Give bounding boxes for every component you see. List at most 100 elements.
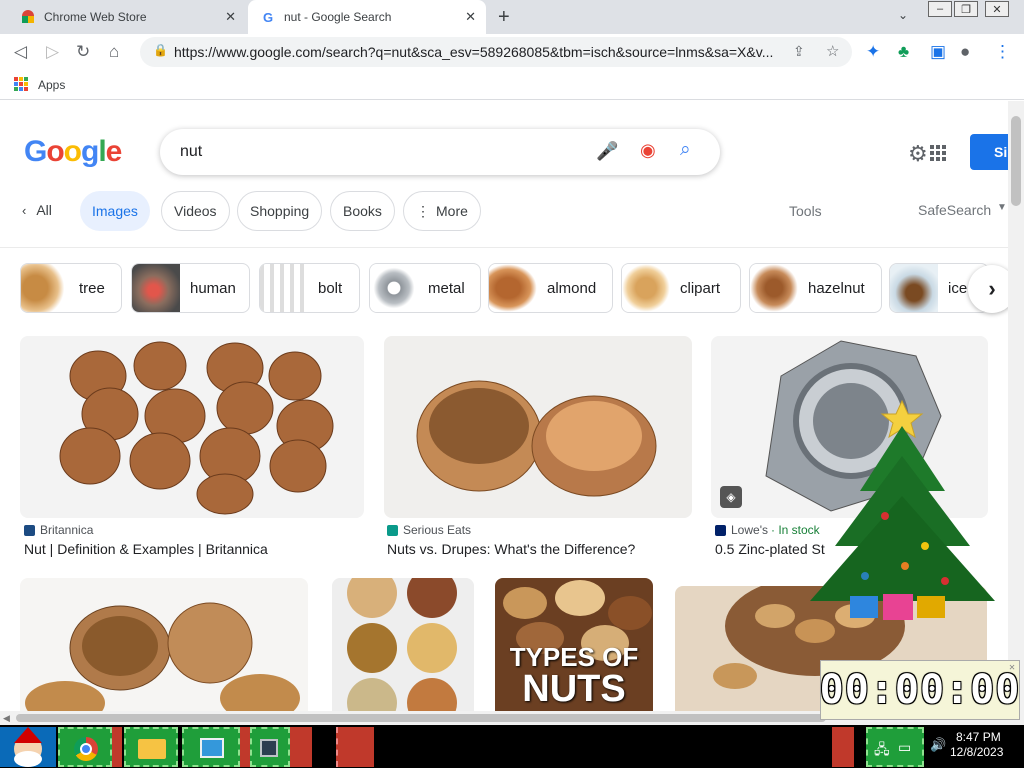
walnuts-image — [25, 602, 300, 711]
bookmark-icon[interactable]: ☆ — [826, 42, 839, 60]
filter-chip-almond[interactable]: almond — [488, 263, 613, 313]
network-icon[interactable]: 🖧 — [874, 739, 890, 763]
menu-kebab-icon[interactable]: ⋮ — [994, 42, 1011, 62]
system-clock[interactable]: 8:47 PM 12/8/2023 — [950, 730, 1003, 760]
apps-label[interactable]: Apps — [38, 78, 65, 92]
filter-chip-metal[interactable]: metal — [369, 263, 481, 313]
share-icon[interactable]: ⇪ — [793, 43, 805, 60]
new-tab-plus-icon[interactable]: + — [498, 6, 510, 29]
taskbar-app-button[interactable] — [182, 727, 240, 767]
google-apps-icon[interactable] — [930, 145, 946, 161]
folder-icon — [138, 739, 166, 759]
filter-chip-bolt[interactable]: bolt — [259, 263, 360, 313]
sign-in-button[interactable]: Si — [970, 134, 1008, 170]
forward-icon[interactable]: ▷ — [46, 42, 59, 62]
window-icon — [200, 738, 224, 758]
result-source[interactable]: Britannica — [24, 523, 93, 537]
tab-strip: Chrome Web Store ✕ G nut - Google Search… — [0, 0, 1024, 34]
tab-title: nut - Google Search — [284, 10, 392, 24]
lens-camera-icon[interactable]: ◉ — [640, 140, 656, 161]
scrollbar-thumb[interactable] — [1011, 116, 1021, 206]
chevron-down-icon[interactable]: ⌄ — [898, 8, 908, 22]
hazelnuts-image — [59, 341, 334, 515]
anatomy-thumbnail — [132, 264, 180, 312]
chrome-web-store-icon — [20, 9, 36, 25]
result-source[interactable]: Serious Eats — [387, 523, 471, 537]
tab-nut-google-search[interactable]: G nut - Google Search ✕ — [248, 0, 486, 34]
search-icon[interactable]: ⌕ — [680, 139, 691, 161]
filter-chip-tree[interactable]: tree — [20, 263, 122, 313]
image-result-walnuts[interactable] — [20, 578, 308, 711]
taskbar: 🖧 ▭ 🔊 8:47 PM 12/8/2023 — [0, 725, 1024, 768]
tab-close-icon[interactable]: ✕ — [225, 9, 236, 25]
lowes-favicon — [715, 524, 726, 536]
back-icon[interactable]: ◁ — [14, 42, 27, 62]
result-title[interactable]: Nuts vs. Drupes: What's the Difference? — [387, 541, 635, 557]
home-icon[interactable]: ⌂ — [109, 42, 119, 62]
settings-gear-icon[interactable]: ⚙ — [908, 141, 928, 167]
google-g-icon: G — [262, 9, 274, 25]
search-input[interactable]: nut 🎤 ◉ ⌕ — [160, 129, 720, 175]
app-icon — [260, 739, 278, 757]
chevron-right-icon[interactable]: › — [968, 265, 1008, 313]
system-tray[interactable]: 🖧 ▭ — [866, 727, 924, 767]
taskbar-chrome-button[interactable] — [58, 727, 112, 767]
image-result-hazelnuts[interactable] — [20, 336, 364, 518]
vertical-scrollbar[interactable] — [1008, 101, 1024, 725]
restore-icon[interactable]: ❐ — [954, 1, 978, 17]
tab-shopping[interactable]: Shopping — [237, 191, 323, 231]
santa-start-icon — [14, 727, 42, 767]
tab-title: Chrome Web Store — [44, 10, 147, 24]
tab-books[interactable]: Books — [330, 191, 395, 231]
countdown-timer-widget[interactable]: 00:00:00 ✕ — [820, 660, 1020, 720]
walnut-image — [416, 380, 657, 497]
tab-videos[interactable]: Videos — [161, 191, 230, 231]
apps-grid-icon[interactable] — [14, 77, 28, 91]
christmas-tree-decoration — [810, 399, 995, 620]
filter-chip-human[interactable]: human — [131, 263, 250, 313]
extension-icon[interactable]: ♣ — [898, 42, 909, 62]
google-doodle-logo[interactable]: Google — [24, 135, 122, 169]
scrollbar-thumb[interactable] — [16, 714, 826, 722]
microphone-icon[interactable]: 🎤 — [596, 141, 618, 162]
close-window-icon[interactable]: ✕ — [985, 1, 1009, 17]
minimize-icon[interactable]: – — [928, 1, 952, 17]
all-back-link[interactable]: ‹ All — [22, 202, 52, 218]
image-result-nut-bowls[interactable] — [332, 578, 474, 711]
bookmarks-bar: Apps — [0, 70, 1024, 100]
taskbar-explorer-button[interactable] — [124, 727, 178, 767]
filter-chip-hazelnut[interactable]: hazelnut — [749, 263, 882, 313]
tab-more[interactable]: ⋮ More — [403, 191, 481, 231]
scroll-left-icon[interactable]: ◀ — [3, 713, 10, 724]
browser-toolbar: ◁ ▷ ↻ ⌂ 🔒 https://www.google.com/search?… — [0, 34, 1024, 70]
tab-close-icon[interactable]: ✕ — [465, 9, 476, 25]
image-result-walnut-halves[interactable] — [384, 336, 692, 518]
reload-icon[interactable]: ↻ — [76, 42, 90, 62]
chevron-left-icon: ‹ — [22, 202, 27, 218]
extensions-puzzle-icon[interactable]: ✦ — [866, 42, 880, 62]
side-panel-icon[interactable]: ▣ — [930, 42, 946, 62]
start-button[interactable] — [0, 727, 56, 767]
taskbar-app-button[interactable] — [250, 727, 290, 767]
peanut-thumbnail — [622, 264, 670, 312]
profile-avatar-icon[interactable]: ● — [960, 42, 970, 62]
divider — [0, 247, 1008, 248]
acorn-thumbnail — [890, 264, 938, 312]
close-icon[interactable]: ✕ — [1009, 662, 1016, 673]
result-source[interactable]: Lowe's · In stock — [715, 523, 820, 537]
safesearch-button[interactable]: SafeSearch — [918, 202, 991, 218]
display-icon[interactable]: ▭ — [898, 739, 911, 756]
volume-icon[interactable]: 🔊 — [930, 737, 946, 753]
tab-images[interactable]: Images — [80, 191, 150, 231]
nut-bowls-image — [347, 578, 457, 711]
britannica-favicon — [24, 524, 35, 536]
tab-chrome-web-store[interactable]: Chrome Web Store ✕ — [8, 0, 246, 34]
product-tag-icon: ◈ — [720, 486, 742, 508]
url-text: https://www.google.com/search?q=nut&sca_… — [174, 44, 774, 60]
filter-chip-clipart[interactable]: clipart — [621, 263, 741, 313]
hazelnut-thumbnail — [750, 264, 798, 312]
image-result-types-of-nuts[interactable]: TYPES OF NUTS — [495, 578, 653, 711]
tools-button[interactable]: Tools — [789, 203, 822, 219]
address-bar[interactable]: 🔒 https://www.google.com/search?q=nut&sc… — [140, 37, 852, 67]
result-title[interactable]: Nut | Definition & Examples | Britannica — [24, 541, 268, 557]
